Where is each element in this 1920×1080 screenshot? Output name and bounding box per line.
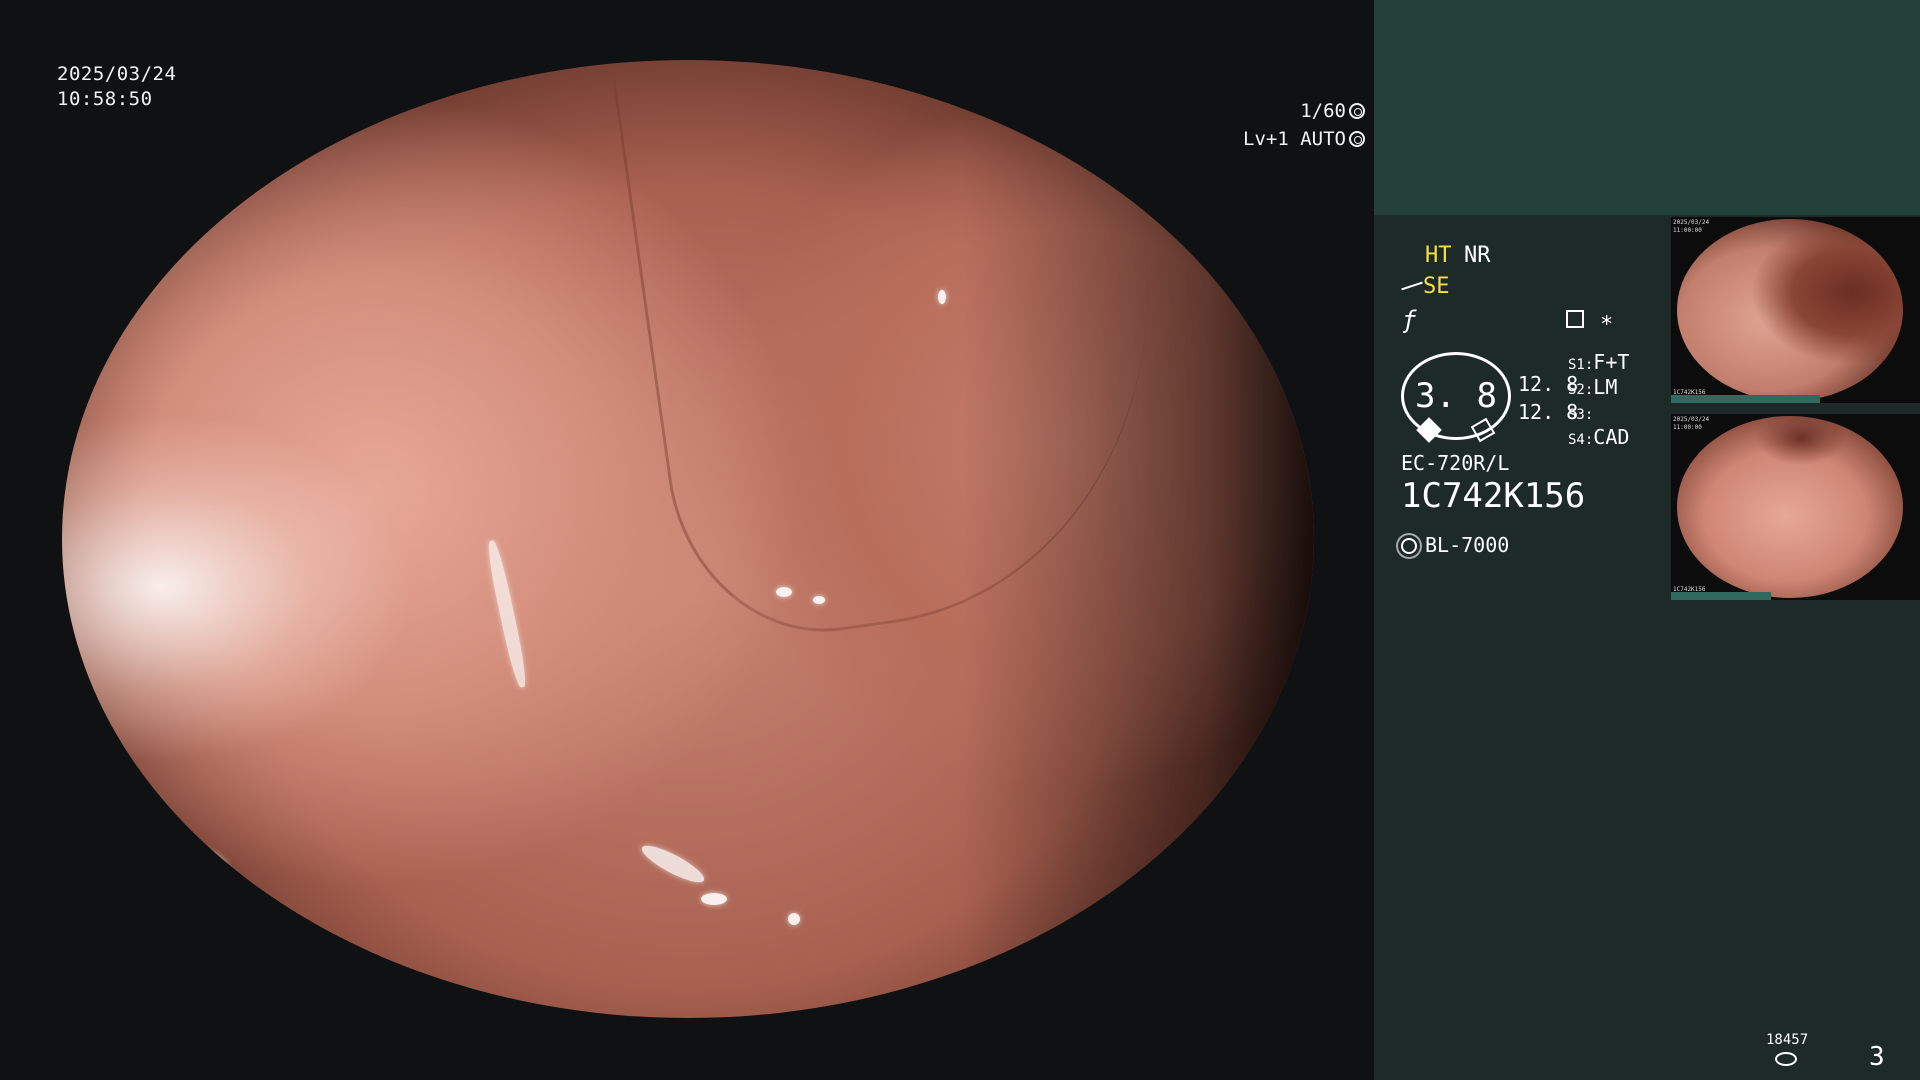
se-row: SE bbox=[1401, 274, 1450, 299]
shutter-icon bbox=[1349, 103, 1365, 119]
switch-s3: S3: bbox=[1568, 400, 1593, 424]
switch-s1: S1:F+T bbox=[1568, 350, 1629, 374]
thumbnail-1[interactable]: 2025/03/24 11:00:00 1C742K156 bbox=[1671, 217, 1920, 403]
thumbnail-1-image bbox=[1677, 219, 1903, 401]
thumbnail-2[interactable]: 2025/03/24 11:00:00 1C742K156 bbox=[1671, 414, 1920, 600]
switch-s2-value: LM bbox=[1593, 375, 1618, 399]
scope-tip-icon bbox=[1401, 281, 1423, 291]
auto-iris-icon bbox=[1349, 131, 1365, 147]
light-reflection bbox=[198, 847, 231, 875]
endoscope-live-view bbox=[62, 60, 1314, 1018]
switch-s2-key: S2: bbox=[1568, 382, 1594, 398]
page-number: 3 bbox=[1869, 1042, 1885, 1072]
level-value: Lv+1 AUTO bbox=[1243, 128, 1346, 150]
switch-s4-value: CAD bbox=[1593, 425, 1630, 449]
asterisk-label: ∗ bbox=[1600, 308, 1614, 333]
date-label: 2025/03/24 bbox=[57, 63, 177, 85]
thumbnail-2-progress bbox=[1671, 592, 1771, 600]
thumbnail-1-time: 11:00:00 bbox=[1673, 227, 1702, 234]
shutter-value: 1/60 bbox=[1300, 100, 1346, 122]
light-reflection bbox=[700, 893, 727, 906]
thumbnail-2-image bbox=[1677, 416, 1903, 598]
light-reflection bbox=[484, 539, 530, 689]
light-source-label: BL-7000 bbox=[1425, 533, 1510, 557]
thumbnail-2-time: 11:00:00 bbox=[1673, 424, 1702, 431]
thumbnail-1-date: 2025/03/24 bbox=[1673, 219, 1710, 226]
endoscope-video-area bbox=[0, 0, 1374, 1080]
switch-s3-key: S3: bbox=[1568, 407, 1594, 423]
gauge-value: 3. 8 bbox=[1415, 376, 1497, 416]
thumbnail-2-date: 2025/03/24 bbox=[1673, 416, 1710, 423]
switch-s1-key: S1: bbox=[1568, 357, 1594, 373]
level-readout: Lv+1 AUTO bbox=[1243, 128, 1365, 150]
light-reflection bbox=[637, 839, 709, 889]
se-label: SE bbox=[1423, 274, 1450, 299]
image-counter: 18457 bbox=[1766, 1032, 1809, 1048]
scope-model: EC-720R/L bbox=[1401, 451, 1510, 475]
switch-s2: S2:LM bbox=[1568, 375, 1617, 399]
light-reflection bbox=[788, 912, 801, 925]
nr-label: NR bbox=[1464, 243, 1491, 268]
storage-icon bbox=[1775, 1052, 1797, 1066]
ht-label: HT bbox=[1425, 243, 1452, 268]
switch-s1-value: F+T bbox=[1593, 350, 1630, 374]
switch-s4-key: S4: bbox=[1568, 432, 1594, 448]
time-label: 10:58:50 bbox=[57, 88, 153, 110]
light-reflection bbox=[813, 596, 826, 605]
light-reflection bbox=[775, 586, 792, 597]
wave-icon: ƒ bbox=[1402, 306, 1417, 334]
thumbnail-1-progress bbox=[1671, 395, 1821, 403]
scope-serial: 1C742K156 bbox=[1401, 476, 1586, 516]
sun-icon bbox=[1401, 538, 1417, 554]
light-source-row: BL-7000 bbox=[1401, 533, 1509, 557]
shutter-readout: 1/60 bbox=[1300, 100, 1365, 122]
light-reflection bbox=[938, 289, 947, 304]
gauge-display: 3. 8 bbox=[1401, 352, 1511, 443]
panel-header-area bbox=[1374, 0, 1920, 215]
switch-s4: S4:CAD bbox=[1568, 425, 1629, 449]
settings-icon bbox=[1566, 310, 1584, 328]
